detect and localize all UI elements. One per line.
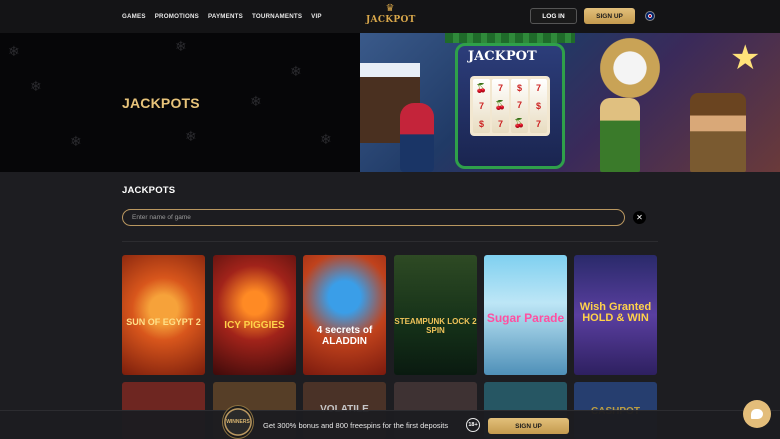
game-title: ICY PIGGIES	[224, 319, 285, 331]
signup-button[interactable]: SIGN UP	[584, 8, 635, 24]
reel: 🍒 7 $	[473, 79, 490, 133]
logo-text: JACKPOT	[366, 15, 416, 25]
section-title: JACKPOTS	[122, 185, 176, 196]
game-tile-steampunk[interactable]: STEAMPUNK LOCK 2 SPIN	[394, 255, 477, 375]
game-title: 4 secrets of ALADDIN	[316, 325, 373, 347]
game-title: SUN OF EGYPT 2	[126, 316, 201, 327]
divider	[122, 241, 658, 242]
site-logo[interactable]: ♛ JACKPOT	[366, 3, 416, 30]
promo-text: Get 300% bonus and 800 freespins for the…	[263, 421, 449, 430]
slot-reels: 🍒 7 $ 7 🍒 7 $7 🍒 7 $7	[470, 76, 550, 136]
nav-payments[interactable]: PAYMENTS	[208, 13, 243, 20]
close-icon[interactable]: ✕	[633, 211, 646, 224]
snowflake-icon: ❄	[30, 78, 42, 94]
hero-banner: ❄ ❄ ❄ ❄ ❄ ❄ ❄ ❄ JACKPOTS JACKPOT 🍒 7 $ 7 🍒 7…	[0, 33, 780, 172]
age-restriction-badge: 18+	[466, 418, 480, 432]
main-nav: GAMES PROMOTIONS PAYMENTS TOURNAMENTS VI…	[122, 0, 322, 33]
banner-illustration: JACKPOT 🍒 7 $ 7 🍒 7 $7 🍒 7 $7 ★	[360, 33, 780, 172]
garland	[445, 33, 575, 43]
chat-bubble-icon	[751, 409, 763, 419]
game-tile-wish-granted[interactable]: Wish Granted HOLD & WIN	[574, 255, 657, 375]
reel: 7 $7	[530, 79, 547, 133]
nav-tournaments[interactable]: TOURNAMENTS	[252, 13, 302, 20]
promo-bar: WINNERS Get 300% bonus and 800 freespins…	[0, 405, 780, 439]
cowboy-character	[690, 93, 746, 172]
miner-character	[600, 98, 640, 172]
chat-icon[interactable]	[743, 400, 771, 428]
elf-character	[400, 103, 434, 172]
reel: $7 🍒	[511, 79, 528, 133]
crown-icon: ♛	[385, 3, 395, 14]
game-tile-4-secrets-of-aladdin[interactable]: 4 secrets of ALADDIN	[303, 255, 386, 375]
game-title: STEAMPUNK LOCK 2 SPIN	[394, 317, 477, 335]
game-tile-icy-piggies[interactable]: ICY PIGGIES	[213, 255, 296, 375]
game-title: Sugar Parade	[486, 311, 565, 326]
slot-machine: JACKPOT 🍒 7 $ 7 🍒 7 $7 🍒 7 $7	[455, 43, 565, 169]
snowflake-icon: ❄	[175, 38, 187, 54]
uk-flag-icon[interactable]	[645, 11, 655, 21]
login-button[interactable]: LOG IN	[530, 8, 577, 24]
game-title: Wish Granted HOLD & WIN	[579, 300, 652, 325]
page: GAMES PROMOTIONS PAYMENTS TOURNAMENTS VI…	[0, 0, 780, 439]
nav-games[interactable]: GAMES	[122, 13, 146, 20]
snowflake-icon: ❄	[290, 63, 302, 79]
slot-sign: JACKPOT	[468, 49, 537, 64]
banner-title: JACKPOTS	[122, 95, 200, 111]
star-icon: ★	[730, 39, 761, 77]
nav-promotions[interactable]: PROMOTIONS	[155, 13, 199, 20]
game-tile-sugar-parade[interactable]: Sugar Parade	[484, 255, 567, 375]
snowflake-icon: ❄	[185, 128, 197, 144]
snowflake-icon: ❄	[70, 133, 82, 149]
snowflake-icon: ❄	[8, 43, 20, 59]
top-header: GAMES PROMOTIONS PAYMENTS TOURNAMENTS VI…	[0, 0, 780, 33]
snowflake-icon: ❄	[320, 131, 332, 147]
promo-signup-button[interactable]: SIGN UP	[488, 418, 569, 434]
snowflake-icon: ❄	[250, 93, 262, 109]
nav-vip[interactable]: VIP	[311, 13, 322, 20]
game-tile-sun-of-egypt-2[interactable]: SUN OF EGYPT 2	[122, 255, 205, 375]
winners-badge-icon: WINNERS	[222, 405, 254, 439]
search-input[interactable]	[122, 209, 625, 226]
reel: 7 🍒 7	[492, 79, 509, 133]
